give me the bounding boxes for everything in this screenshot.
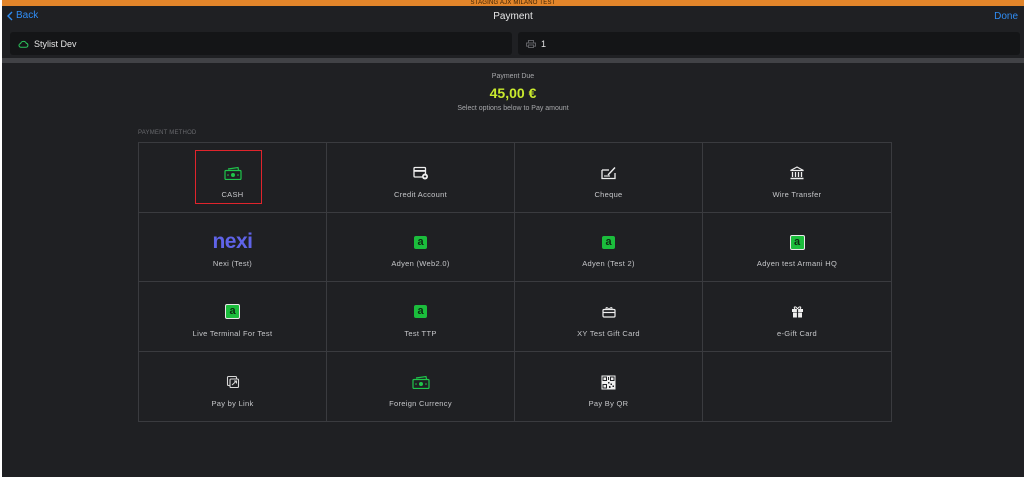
- payment-method-foreign-currency[interactable]: Foreign Currency: [327, 351, 515, 421]
- adyen-logo-text: a: [789, 234, 805, 250]
- payment-method-adyen-armani-hq[interactable]: a Adyen test Armani HQ: [703, 213, 891, 282]
- adyen-icon: a: [602, 231, 615, 253]
- nexi-logo-text: nexi: [212, 230, 253, 253]
- adyen-logo-text: a: [602, 235, 615, 249]
- navigation-bar: Back Payment Done: [2, 6, 1024, 30]
- payment-method-label: XY Test Gift Card: [577, 328, 640, 338]
- payment-method-section-label: PAYMENT METHOD: [138, 130, 197, 136]
- payment-method-label: Adyen (Web2.0): [391, 259, 450, 268]
- gift-icon: [791, 301, 804, 323]
- payment-method-label: Credit Account: [394, 189, 447, 199]
- payment-method-label: CASH: [221, 189, 244, 199]
- qr-code-icon: [601, 371, 616, 393]
- adyen-icon: a: [414, 231, 427, 253]
- stylist-value: Stylist Dev: [34, 38, 77, 49]
- cash-icon: [223, 162, 242, 184]
- payment-method-test-ttp[interactable]: a Test TTP: [327, 282, 515, 352]
- credit-account-icon: [412, 162, 429, 184]
- empty-grid-cell: [703, 352, 891, 422]
- payment-method-label: Wire Transfer: [772, 189, 822, 199]
- payment-method-xy-gift-card[interactable]: XY Test Gift Card: [515, 282, 703, 352]
- payment-due-label: Payment Due: [491, 73, 535, 80]
- payment-method-pay-by-qr[interactable]: Pay By QR: [515, 351, 703, 421]
- payment-method-label: Pay by Link: [211, 399, 254, 408]
- adyen-logo-text: a: [414, 305, 427, 318]
- cheque-icon: [600, 162, 617, 184]
- payment-method-wire-transfer[interactable]: Wire Transfer: [703, 143, 891, 213]
- page-title: Payment: [493, 11, 533, 22]
- foreign-currency-icon: [411, 371, 430, 393]
- register-value: 1: [541, 38, 547, 49]
- payment-method-label: Nexi (Test): [212, 259, 253, 268]
- pay-by-link-icon: [226, 371, 240, 393]
- payment-method-live-terminal[interactable]: a Live Terminal For Test: [139, 282, 327, 352]
- cloud-icon: [18, 40, 29, 48]
- payment-method-label: Test TTP: [404, 328, 437, 338]
- payment-method-adyen-test-2[interactable]: a Adyen (Test 2): [515, 212, 703, 282]
- register-selector[interactable]: 1: [518, 32, 1020, 55]
- printer-icon: [526, 39, 536, 48]
- payment-method-nexi-test[interactable]: nexi Nexi (Test): [139, 212, 327, 282]
- payment-method-adyen-web2[interactable]: a Adyen (Web2.0): [327, 212, 515, 282]
- payment-due-subtitle: Select options below to Pay amount: [457, 105, 569, 112]
- bank-icon: [789, 162, 805, 184]
- payment-method-grid: CASH Credit Account Cheque Wire Transfer: [138, 142, 892, 422]
- done-button[interactable]: Done: [994, 11, 1018, 22]
- payment-method-credit-account[interactable]: Credit Account: [327, 143, 515, 213]
- adyen-logo-text: a: [414, 235, 427, 249]
- adyen-terminal-icon: a: [225, 301, 240, 323]
- payment-screen: STAGING AJX MILANO TEST Back Payment Don…: [2, 0, 1024, 477]
- adyen-logo-text: a: [225, 304, 240, 319]
- nexi-logo: nexi: [212, 230, 253, 253]
- adyen-terminal-icon: a: [789, 231, 805, 253]
- payment-method-pay-by-link[interactable]: Pay by Link: [139, 351, 327, 421]
- payment-method-cheque[interactable]: Cheque: [515, 143, 703, 213]
- payment-method-label: Pay By QR: [588, 399, 629, 408]
- payment-method-label: Foreign Currency: [389, 399, 452, 408]
- payment-method-label: Cheque: [594, 189, 623, 199]
- payment-method-cash[interactable]: CASH: [139, 143, 327, 213]
- stylist-selector[interactable]: Stylist Dev: [10, 32, 512, 55]
- adyen-icon: a: [414, 301, 427, 323]
- divider-band: [2, 58, 1024, 63]
- gift-card-icon: [601, 301, 616, 323]
- payment-method-label: e-Gift Card: [777, 328, 817, 338]
- payment-method-label: Live Terminal For Test: [192, 328, 273, 338]
- payment-method-e-gift-card[interactable]: e-Gift Card: [703, 282, 891, 352]
- payment-method-label: Adyen (Test 2): [582, 259, 635, 268]
- payment-due-amount: 45,00 €: [489, 85, 537, 101]
- payment-method-label: Adyen test Armani HQ: [756, 259, 838, 268]
